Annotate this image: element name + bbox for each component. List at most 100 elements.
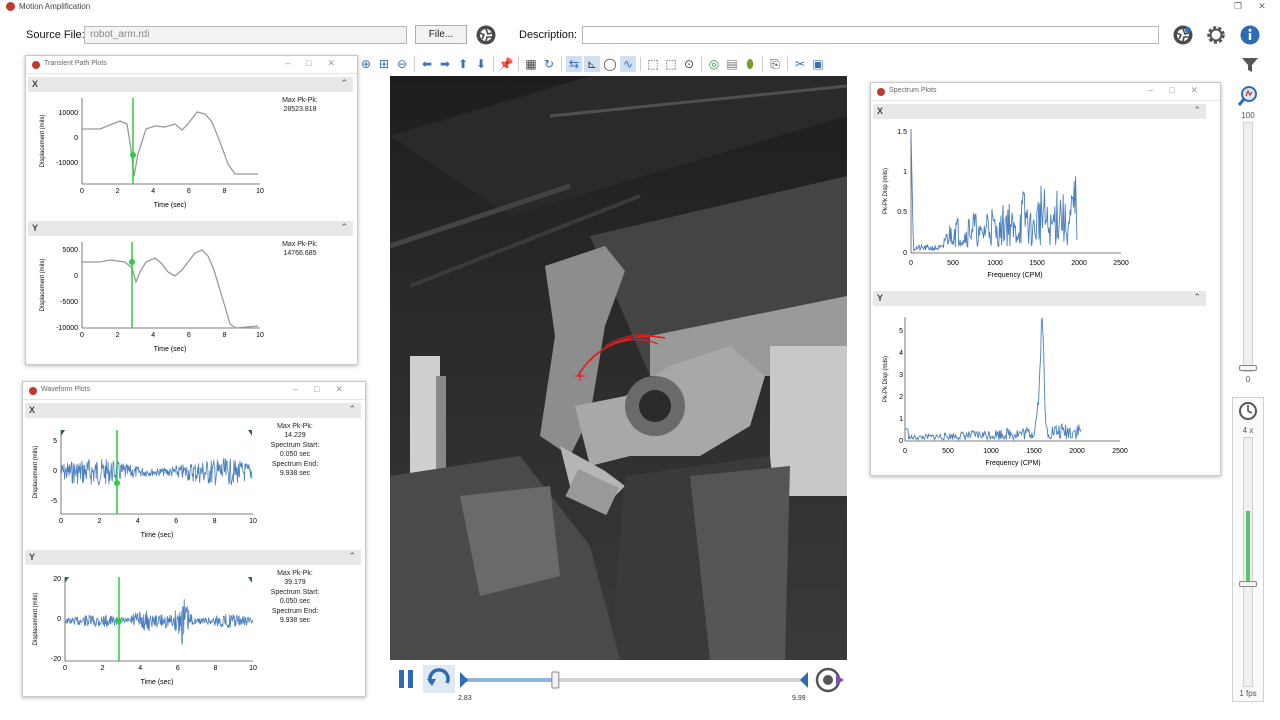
x-tick: 4 bbox=[151, 332, 155, 339]
panel-window-buttons[interactable]: –□✕ bbox=[293, 384, 359, 395]
pause-icon[interactable] bbox=[396, 668, 416, 690]
section-y-header[interactable]: Y ⌃ bbox=[873, 291, 1206, 306]
camera-lens-icon[interactable] bbox=[475, 24, 497, 46]
speed-slider-thumb[interactable] bbox=[1239, 580, 1257, 587]
panel-header[interactable]: Transient Path Plots –□✕ bbox=[26, 56, 357, 74]
y-axis-label: Displacement (mils) bbox=[40, 259, 46, 312]
description-field[interactable] bbox=[582, 26, 1159, 44]
spectrum-end-marker[interactable] bbox=[248, 430, 252, 436]
arrow-up-icon[interactable]: ⬆ bbox=[455, 56, 471, 72]
zoom-in-icon[interactable]: ⊕ bbox=[358, 56, 374, 72]
color-circle-icon[interactable]: ◎ bbox=[706, 56, 722, 72]
x-tick: 2500 bbox=[1113, 260, 1129, 267]
collapse-icon[interactable]: ⌃ bbox=[348, 551, 356, 562]
select-rect-icon[interactable]: ⬚ bbox=[645, 56, 661, 72]
arrow-down-icon[interactable]: ⬇ bbox=[473, 56, 489, 72]
copy-icon[interactable]: ⎘ bbox=[767, 56, 783, 72]
spectrum-start-marker[interactable] bbox=[61, 430, 65, 436]
gradient-icon[interactable]: ▤ bbox=[724, 56, 740, 72]
section-label: Y bbox=[877, 293, 884, 303]
section-x-header[interactable]: X ⌃ bbox=[25, 403, 361, 418]
panel-window-buttons[interactable]: –□✕ bbox=[285, 58, 351, 69]
ellipse-icon[interactable]: ◯ bbox=[602, 56, 618, 72]
x-tick: 1500 bbox=[1029, 260, 1045, 267]
panel-header[interactable]: Spectrum Plots –□✕ bbox=[871, 83, 1220, 101]
axis-icon[interactable]: ⊾ bbox=[584, 56, 600, 72]
arrow-right-icon[interactable]: ➡ bbox=[437, 56, 453, 72]
arrow-left-icon[interactable]: ⬅ bbox=[419, 56, 435, 72]
export-icon[interactable]: ▣ bbox=[810, 56, 826, 72]
x-tick: 0 bbox=[909, 260, 913, 267]
collapse-icon[interactable]: ⌃ bbox=[340, 78, 348, 89]
y-tick: 0 bbox=[74, 135, 78, 142]
x-tick: 2 bbox=[116, 332, 120, 339]
collapse-icon[interactable]: ⌃ bbox=[348, 404, 356, 415]
file-button[interactable]: File... bbox=[415, 25, 467, 44]
x-tick: 4 bbox=[151, 188, 155, 195]
collapse-icon[interactable]: ⌃ bbox=[340, 222, 348, 233]
source-file-field[interactable]: robot_arm.rdi bbox=[84, 26, 407, 44]
y-tick: 3 bbox=[899, 372, 903, 379]
app-logo-icon bbox=[32, 61, 40, 69]
spectrum-end-marker[interactable] bbox=[248, 577, 252, 583]
zoom-slider[interactable] bbox=[1239, 122, 1257, 372]
waveform-x-trace bbox=[60, 458, 253, 487]
timeline-slider[interactable] bbox=[458, 670, 810, 694]
transient-path-panel[interactable]: Transient Path Plots –□✕ X ⌃ 10000 0 -10… bbox=[25, 55, 358, 365]
y-tick: -5 bbox=[51, 498, 57, 505]
section-x-header[interactable]: X ⌃ bbox=[873, 104, 1206, 119]
section-y-header[interactable]: Y ⌃ bbox=[28, 221, 353, 236]
close-icon[interactable]: ✕ bbox=[1255, 1, 1269, 12]
speed-slider[interactable] bbox=[1239, 437, 1257, 687]
app-logo-icon bbox=[877, 88, 885, 96]
video-view[interactable] bbox=[390, 76, 847, 660]
x-tick: 6 bbox=[187, 332, 191, 339]
export-video-icon[interactable] bbox=[814, 666, 846, 694]
x-tick: 4 bbox=[138, 665, 142, 672]
panel-title: Waveform Plots bbox=[41, 386, 91, 393]
measure-icon[interactable]: ⇆ bbox=[566, 56, 582, 72]
collapse-icon[interactable]: ⌃ bbox=[1193, 105, 1201, 116]
zoom-icon[interactable] bbox=[1236, 84, 1260, 108]
filter-icon[interactable] bbox=[1240, 55, 1260, 75]
waveform-y-trace bbox=[64, 599, 254, 646]
info-icon[interactable] bbox=[1239, 24, 1261, 46]
select-region-icon[interactable]: ⬚ bbox=[663, 56, 679, 72]
waveform-panel[interactable]: Waveform Plots –□✕ X ⌃ 5 0 -5 0 2 4 6 8 … bbox=[22, 381, 366, 697]
panel-title: Transient Path Plots bbox=[44, 60, 107, 67]
zoom-out-icon[interactable]: ⊖ bbox=[394, 56, 410, 72]
loop-icon[interactable] bbox=[423, 665, 455, 693]
zoom-fit-icon[interactable]: ⊞ bbox=[376, 56, 392, 72]
clock-icon[interactable] bbox=[1237, 400, 1259, 422]
zoom-slider-thumb[interactable] bbox=[1239, 365, 1257, 371]
restore-icon[interactable]: ❐ bbox=[1231, 1, 1245, 12]
scissors-icon[interactable]: ✂ bbox=[792, 56, 808, 72]
transient-x-stats: Max Pk-Pk: 28523.818 bbox=[282, 97, 318, 114]
spectrum-x-trace bbox=[910, 132, 1078, 253]
palette-icon[interactable]: ⬮ bbox=[742, 56, 758, 72]
panel-window-buttons[interactable]: –□✕ bbox=[1148, 85, 1214, 96]
gear-icon[interactable] bbox=[1205, 24, 1227, 46]
spectrum-panel[interactable]: Spectrum Plots –□✕ X ⌃ 1.5 1 0.5 0 0 500… bbox=[870, 82, 1221, 476]
wave-icon[interactable]: ∿ bbox=[620, 56, 636, 72]
x-tick: 10 bbox=[256, 332, 264, 339]
x-tick: 0 bbox=[59, 518, 63, 525]
pin-icon[interactable]: 📌 bbox=[498, 56, 514, 72]
toolbar: ⊕ ⊞ ⊖ ⬅ ➡ ⬆ ⬇ 📌 ▦ ↻ ⇆ ⊾ ◯ ∿ ⬚ ⬚ ⊙ ◎ ▤ ⬮ … bbox=[358, 55, 826, 73]
panel-header[interactable]: Waveform Plots –□✕ bbox=[23, 382, 365, 400]
camera-lens-icon[interactable] bbox=[1172, 24, 1194, 46]
y-axis-label: Pk-Pk Disp (mils) bbox=[883, 356, 889, 402]
x-tick: 0 bbox=[80, 188, 84, 195]
y-tick: 10000 bbox=[59, 110, 79, 117]
section-x-header[interactable]: X ⌃ bbox=[28, 77, 353, 92]
section-y-header[interactable]: Y ⌃ bbox=[25, 550, 361, 565]
navigate-icon[interactable]: ⊙ bbox=[681, 56, 697, 72]
app-logo-icon bbox=[29, 387, 37, 395]
x-tick: 0 bbox=[80, 332, 84, 339]
spectrum-start-marker[interactable] bbox=[65, 577, 69, 583]
rotate-icon[interactable]: ↻ bbox=[541, 56, 557, 72]
y-axis-label: Displacement (mils) bbox=[33, 446, 39, 499]
collapse-icon[interactable]: ⌃ bbox=[1193, 292, 1201, 303]
section-label: X bbox=[877, 106, 884, 116]
grid-icon[interactable]: ▦ bbox=[523, 56, 539, 72]
